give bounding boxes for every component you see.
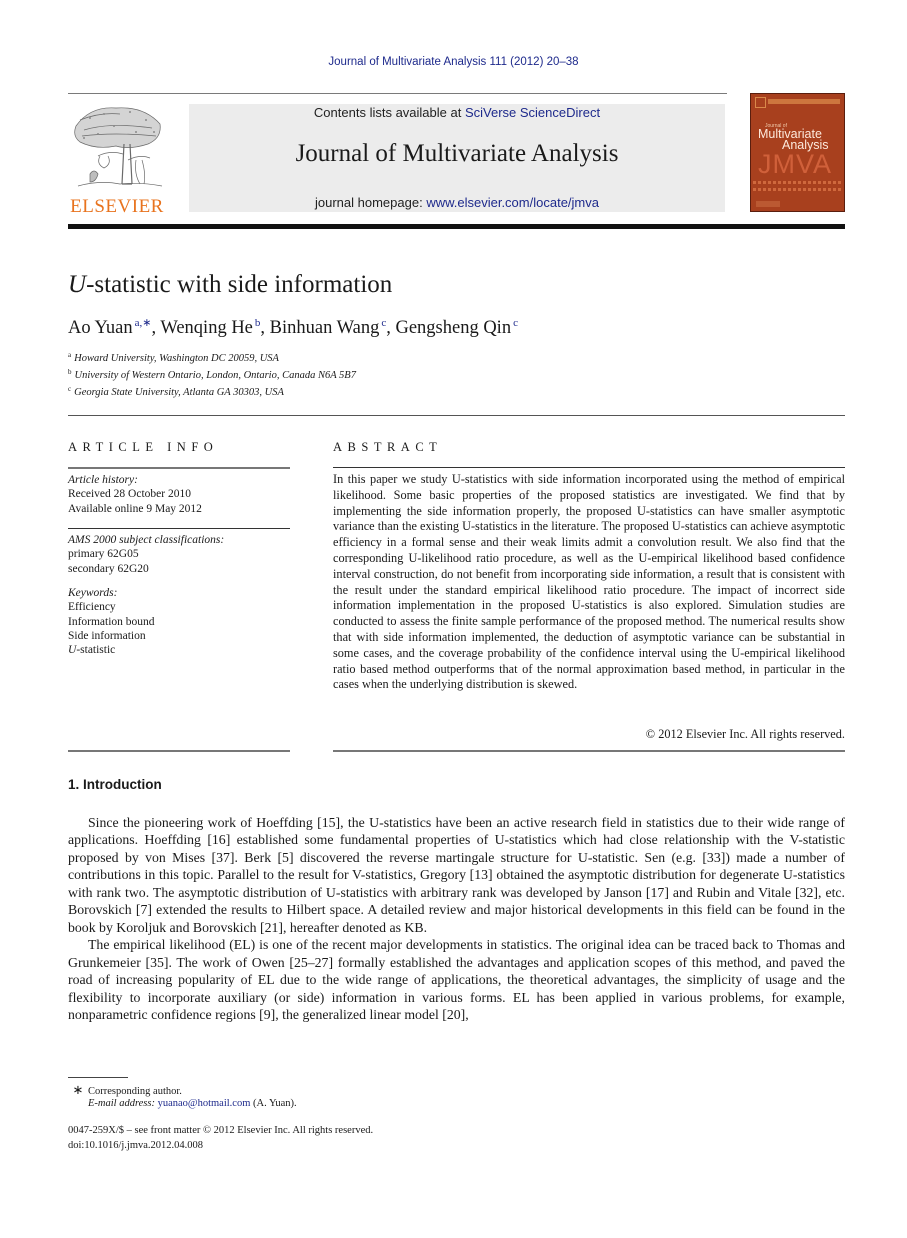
author-name: Binhuan Wang [269,318,380,338]
cover-top-bar [768,99,840,104]
cover-emblem [755,97,766,108]
homepage-line: journal homepage: www.elsevier.com/locat… [189,195,725,210]
abstract-heading: ABSTRACT [333,440,443,454]
keyword: Efficiency [68,601,116,614]
cover-stripe [753,188,841,191]
contents-line: Contents lists available at SciVerse Sci… [189,105,725,120]
article-title: U-statistic with side information [68,271,392,299]
affiliation: a Howard University, Washington DC 20059,… [68,351,279,364]
contents-prefix: Contents lists available at [313,105,465,120]
section-divider [68,415,845,416]
introduction-body: Since the pioneering work of Hoeffding [… [68,814,845,1023]
footnote-corresponding: ∗ Corresponding author. [68,1082,182,1098]
affiliation: c Georgia State University, Atlanta GA 30… [68,385,284,398]
journal-title: Journal of Multivariate Analysis [295,140,619,167]
cover-stripe [753,181,841,184]
keyword: Side information [68,629,146,642]
abstract-copyright: © 2012 Elsevier Inc. All rights reserved… [645,727,845,741]
header-thick-rule [68,224,845,229]
ams-label: AMS 2000 subject classifications: [68,534,225,546]
title-italic: U [68,271,87,298]
available-date: Available online 9 May 2012 [68,502,202,515]
homepage-prefix: journal homepage: [315,195,427,210]
doi-link[interactable]: doi:10.1016/j.jmva.2012.04.008 [68,1140,203,1151]
article-info-rule [68,528,290,529]
elsevier-tree-icon [74,107,163,187]
article-history: Article history: Received 28 October 201… [68,473,290,516]
history-label: Article history: [68,474,138,486]
article-info-bottom-rule [68,750,290,752]
author-affil-link[interactable]: c [513,317,518,329]
abstract-text: In this paper we study U-statistics with… [333,472,845,692]
cover-footer-mark [756,201,780,207]
title-rest: -statistic with side information [86,271,393,298]
header-rule [68,93,727,94]
body-paragraph: Since the pioneering work of Hoeffding [… [68,815,845,935]
issn-line: 0047-259X/$ – see front matter © 2012 El… [68,1125,374,1136]
ams-primary: primary 62G05 [68,548,139,561]
author-name: Ao Yuan [68,318,133,338]
journal-banner: Contents lists available at SciVerse Sci… [189,104,725,212]
affiliation: b University of Western Ontario, London, … [68,368,356,381]
article-info-heading: ARTICLE INFO [68,440,219,454]
abstract-bottom-rule [333,750,845,752]
ams-secondary: secondary 62G20 [68,562,149,575]
keywords: Keywords: Efficiency Information bound S… [68,586,290,657]
homepage-link[interactable]: www.elsevier.com/locate/jmva [426,195,599,210]
cover-acronym: JMVA [758,149,833,179]
author-affil-link[interactable]: a,∗ [135,317,152,329]
journal-cover-image[interactable]: Journal of Multivariate Analysis JMVA [750,93,845,212]
ams-classifications: AMS 2000 subject classifications: primar… [68,533,290,576]
footnote-rule [68,1077,128,1078]
sciencedirect-link[interactable]: SciVerse ScienceDirect [465,105,600,120]
email-link[interactable]: yuanao@hotmail.com [158,1098,251,1109]
author-list: Ao Yuan a,∗, Wenqing He b, Binhuan Wang c, … [68,317,518,338]
running-head[interactable]: Journal of Multivariate Analysis 111 (20… [0,56,907,68]
section-heading-introduction: 1. Introduction [68,777,162,792]
keyword: U-statistic [68,644,116,657]
body-paragraph: The empirical likelihood (EL) is one of … [68,937,845,1022]
article-info-rule [68,467,290,469]
author-name: Wenqing He [160,318,253,338]
abstract-rule [333,467,845,468]
keywords-label: Keywords: [68,587,118,599]
author-name: Gengsheng Qin [395,318,512,338]
star-marker: ∗ [72,1082,84,1097]
elsevier-wordmark: ELSEVIER [70,196,164,217]
received-date: Received 28 October 2010 [68,488,191,501]
elsevier-logo[interactable]: ELSEVIER [68,104,166,217]
footnote-email: E-mail address: yuanao@hotmail.com (A. Y… [88,1098,297,1109]
email-label: E-mail address: [88,1098,158,1109]
keyword: Information bound [68,615,155,628]
